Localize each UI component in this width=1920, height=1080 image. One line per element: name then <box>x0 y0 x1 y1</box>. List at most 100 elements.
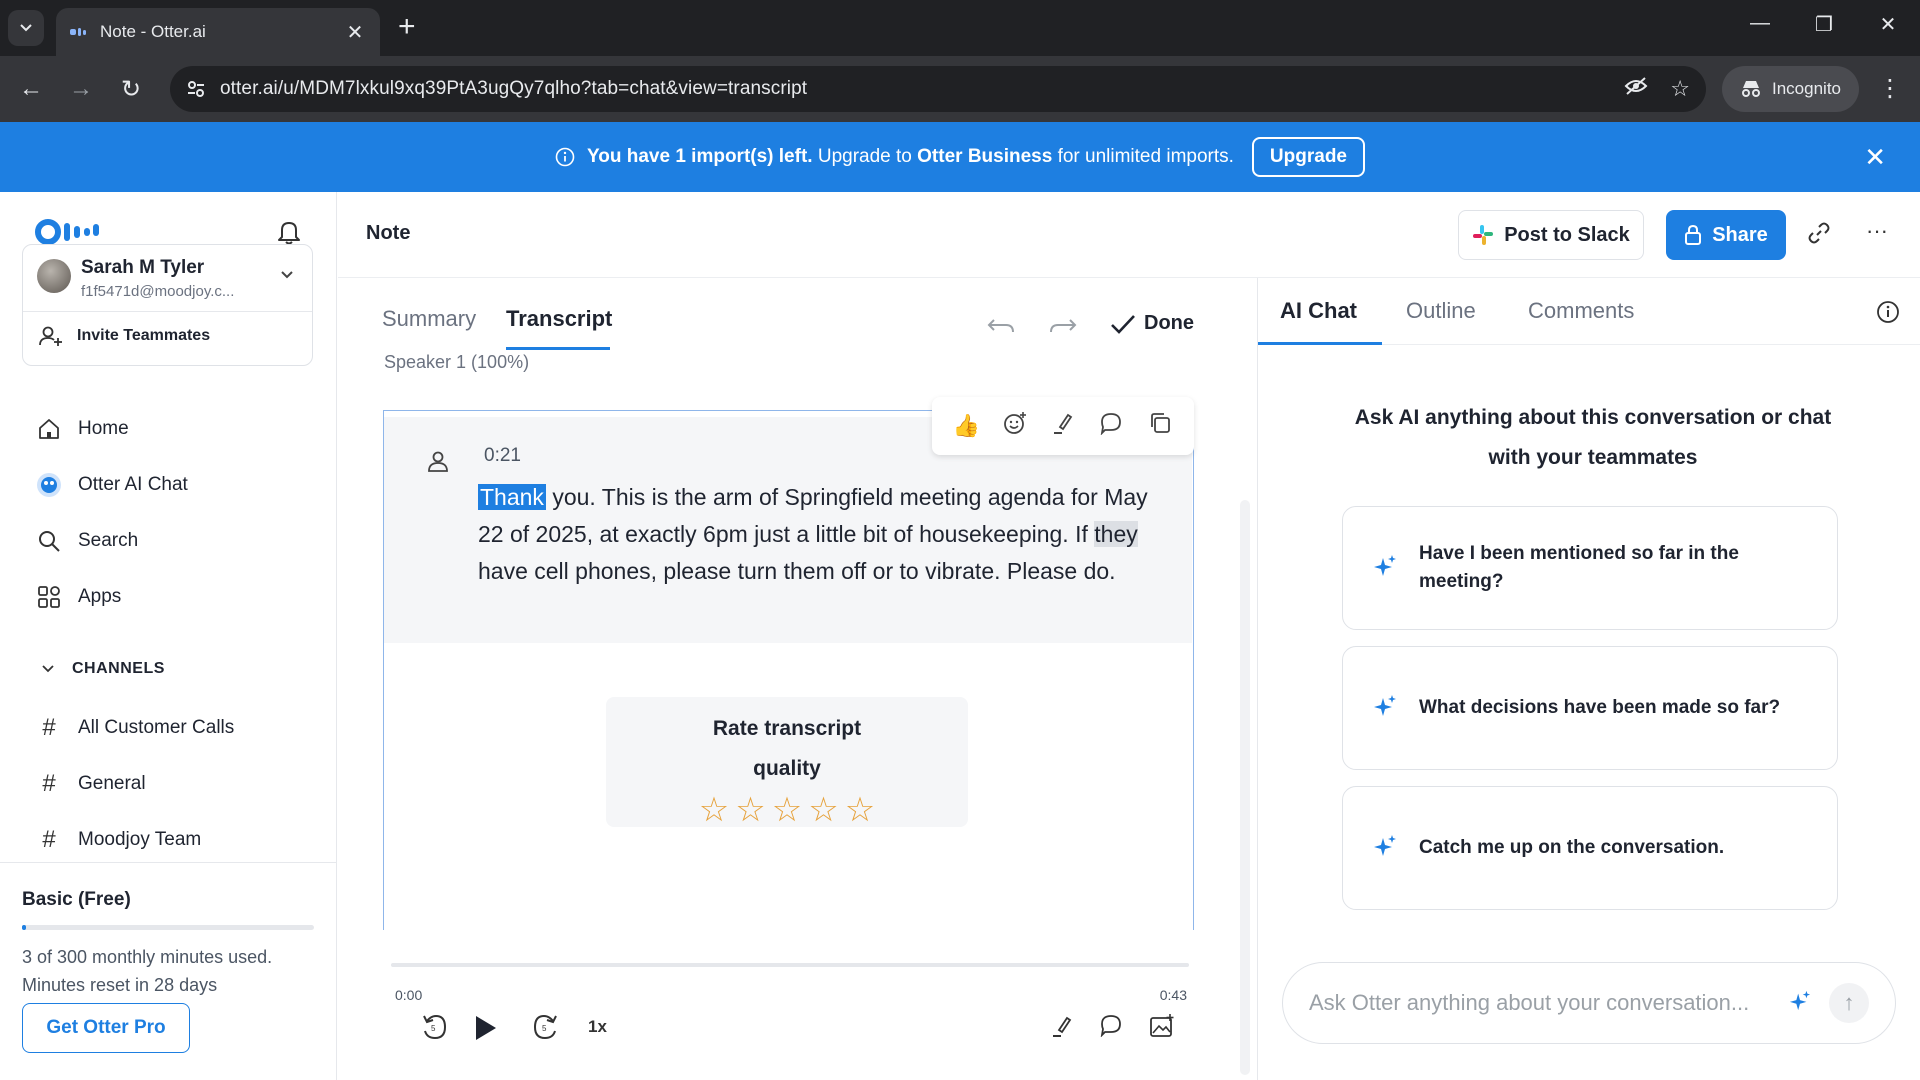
forward-skip-icon[interactable]: 5 <box>531 1013 559 1048</box>
tab-outline[interactable]: Outline <box>1406 298 1476 324</box>
thumbs-up-icon[interactable]: 👍 <box>950 413 982 439</box>
hovered-word[interactable]: they <box>1094 521 1138 547</box>
highlight-icon[interactable] <box>1047 411 1079 441</box>
suggestion-card[interactable]: Catch me up on the conversation. <box>1342 786 1838 910</box>
omnibox[interactable]: otter.ai/u/MDM7lxkul9xq39PtA3ugQy7qlho?t… <box>170 66 1706 112</box>
channel-item-all-customer-calls[interactable]: # All Customer Calls <box>36 714 234 742</box>
search-icon <box>36 528 62 554</box>
sidebar-item-home[interactable]: Home <box>36 416 129 442</box>
copy-link-icon[interactable] <box>1808 222 1830 250</box>
info-icon[interactable] <box>1876 300 1900 329</box>
sidebar-item-search[interactable]: Search <box>36 528 138 554</box>
close-banner-icon[interactable]: ✕ <box>1864 142 1886 173</box>
rewind-icon[interactable]: 5 <box>421 1013 449 1048</box>
close-tab-icon[interactable]: ✕ <box>344 20 366 45</box>
incognito-badge[interactable]: Incognito <box>1722 66 1859 112</box>
suggestion-card[interactable]: What decisions have been made so far? <box>1342 646 1838 770</box>
otter-logo[interactable] <box>34 218 102 246</box>
reload-icon[interactable]: ↻ <box>114 72 148 106</box>
avatar[interactable] <box>37 259 71 293</box>
channels-section-toggle[interactable]: CHANNELS <box>42 660 165 678</box>
browser-menu-icon[interactable]: ⋮ <box>1878 74 1902 103</box>
forward-icon[interactable]: → <box>64 72 98 106</box>
banner-upgrade-button[interactable]: Upgrade <box>1251 137 1365 177</box>
sparkle-icon <box>1789 990 1811 1017</box>
rating-star-icon[interactable]: ☆ <box>772 793 802 827</box>
playback-progress-bar[interactable] <box>391 963 1189 967</box>
transcript-scrollbar[interactable] <box>1240 500 1250 1075</box>
invite-teammates-button[interactable]: Invite Teammates <box>39 325 210 347</box>
play-icon[interactable] <box>471 1013 499 1050</box>
playback-speed-button[interactable]: 1x <box>588 1017 607 1037</box>
sidebar-item-label: Otter AI Chat <box>78 474 188 495</box>
highlight-icon[interactable] <box>1051 1013 1073 1046</box>
current-time: 0:00 <box>395 987 423 1003</box>
audio-player: 0:00 0:43 5 5 1x <box>383 955 1195 1075</box>
comment-icon[interactable] <box>1095 411 1127 441</box>
back-icon[interactable]: ← <box>14 72 48 106</box>
ask-otter-input[interactable]: Ask Otter anything about your conversati… <box>1282 962 1896 1044</box>
account-chevron-down-icon[interactable] <box>280 267 294 285</box>
suggestion-card[interactable]: Have I been mentioned so far in the meet… <box>1342 506 1838 630</box>
usage-line-1: 3 of 300 monthly minutes used. <box>22 947 273 967</box>
rate-title: Rate transcript quality <box>712 717 862 780</box>
home-icon <box>36 416 62 442</box>
slack-icon <box>1473 225 1494 245</box>
done-button[interactable]: Done <box>1110 312 1194 335</box>
sidebar-item-otter-ai-chat[interactable]: Otter AI Chat <box>36 472 188 498</box>
bookmark-star-icon[interactable]: ☆ <box>1670 76 1690 102</box>
channel-item-moodjoy-team[interactable]: # Moodjoy Team <box>36 826 201 854</box>
transcript-paragraph[interactable]: Thank you. This is the arm of Springfiel… <box>478 479 1168 590</box>
svg-text:5: 5 <box>542 1024 547 1033</box>
rating-star-icon[interactable]: ☆ <box>699 793 729 827</box>
add-reaction-icon[interactable] <box>999 411 1031 441</box>
rate-transcript-card: Rate transcript quality ☆ ☆ ☆ ☆ ☆ <box>606 697 968 827</box>
apps-icon <box>36 584 62 610</box>
redo-icon[interactable] <box>1048 312 1078 343</box>
ai-chat-intro: Ask AI anything about this conversation … <box>1354 406 1832 469</box>
ask-input-placeholder[interactable]: Ask Otter anything about your conversati… <box>1309 990 1789 1016</box>
new-tab-button[interactable]: + <box>398 12 416 42</box>
speaker-summary: Speaker 1 (100%) <box>384 352 530 372</box>
chevron-down-icon <box>42 665 54 673</box>
browser-tab[interactable]: Note - Otter.ai ✕ <box>56 8 380 56</box>
transcript-text-2[interactable]: have cell phones, please turn them off o… <box>478 558 1116 584</box>
sidebar-item-apps[interactable]: Apps <box>36 584 121 610</box>
chevron-down-icon <box>20 24 32 32</box>
speaker-person-icon[interactable] <box>426 449 450 478</box>
rating-star-icon[interactable]: ☆ <box>735 793 765 827</box>
tab-title: Note - Otter.ai <box>100 22 206 41</box>
minutes-usage-bar-fill <box>22 925 27 930</box>
site-settings-icon[interactable] <box>186 79 206 99</box>
banner-text: Upgrade to <box>817 146 912 167</box>
url-text[interactable]: otter.ai/u/MDM7lxkul9xq39PtA3ugQy7qlho?t… <box>220 78 1602 100</box>
tab-search-button[interactable] <box>8 10 44 46</box>
copy-icon[interactable] <box>1144 411 1176 441</box>
share-button[interactable]: Share <box>1666 210 1786 260</box>
rating-star-icon[interactable]: ☆ <box>808 793 838 827</box>
transcript-text-1[interactable]: you. This is the arm of Springfield meet… <box>478 484 1148 547</box>
page-title: Note <box>366 222 411 244</box>
eye-off-icon[interactable] <box>1624 76 1648 102</box>
more-options-icon[interactable]: ··· <box>1866 218 1888 244</box>
channel-item-general[interactable]: # General <box>36 770 145 798</box>
active-tab-indicator <box>1258 342 1382 345</box>
tab-summary[interactable]: Summary <box>382 306 476 332</box>
tab-transcript[interactable]: Transcript <box>506 306 612 332</box>
tab-ai-chat[interactable]: AI Chat <box>1280 298 1357 324</box>
restore-icon[interactable]: ❐ <box>1804 12 1844 37</box>
selected-word[interactable]: Thank <box>478 484 546 510</box>
close-window-icon[interactable]: ✕ <box>1868 12 1908 37</box>
rating-star-icon[interactable]: ☆ <box>845 793 875 827</box>
post-to-slack-button[interactable]: Post to Slack <box>1458 210 1644 260</box>
minimize-icon[interactable]: — <box>1740 12 1780 35</box>
get-otter-pro-button[interactable]: Get Otter Pro <box>22 1003 190 1053</box>
undo-icon[interactable] <box>986 312 1016 343</box>
account-card[interactable]: Sarah M Tyler f1f5471d@moodjoy.c... Invi… <box>22 244 313 366</box>
comment-icon[interactable] <box>1099 1013 1123 1044</box>
tab-comments[interactable]: Comments <box>1528 298 1634 324</box>
add-image-icon[interactable] <box>1149 1013 1175 1046</box>
send-arrow-icon[interactable]: ↑ <box>1829 983 1869 1023</box>
block-timestamp[interactable]: 0:21 <box>484 445 521 467</box>
transcript-block-container: 👍 0:21 Thank you. This is the arm of Spr… <box>383 397 1194 930</box>
